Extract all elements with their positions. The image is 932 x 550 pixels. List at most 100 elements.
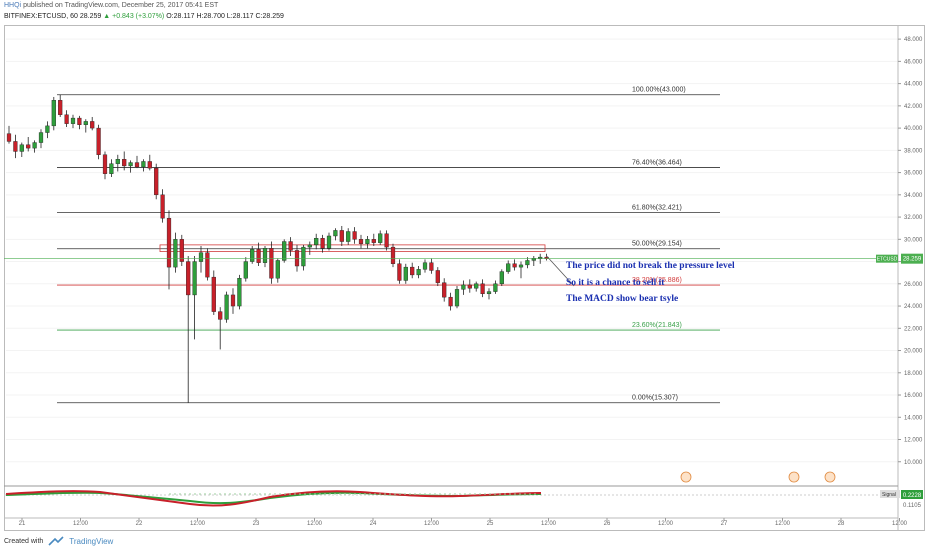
y-tick-label: 48.000: [904, 37, 923, 43]
candle-body: [314, 238, 319, 246]
resistance-zone: [159, 244, 546, 252]
macd-signal-tag-label: Signal: [882, 492, 896, 498]
candle-body: [467, 284, 472, 289]
candle-body: [384, 233, 389, 248]
y-tick-label: 22.000: [904, 326, 923, 332]
price-chart[interactable]: 100.00%(43.000) 76.40%(36.464) 61.80%(32.4…: [0, 0, 932, 550]
y-tick-label: 38.000: [904, 148, 923, 154]
macd-axis-label: 0.1105: [903, 503, 922, 509]
x-tick-label: 28: [838, 521, 845, 527]
fib-label: 0.00%(15.307): [632, 395, 678, 402]
candle-body: [58, 100, 63, 115]
candle-body: [211, 276, 216, 312]
annotation-text: The price did not break the pressure lev…: [566, 261, 735, 271]
y-tick-label: 18.000: [904, 371, 923, 377]
y-tick-label: 26.000: [904, 282, 923, 288]
candle-body: [109, 163, 114, 174]
candle-body: [186, 261, 191, 296]
y-tick-label: 40.000: [904, 126, 923, 132]
candle-body: [198, 252, 204, 262]
candle-body: [19, 144, 24, 152]
candle-body: [128, 162, 133, 167]
candle-body: [83, 121, 88, 125]
candle-body: [442, 282, 447, 298]
candle-body: [429, 262, 434, 271]
tradingview-logo-icon: [48, 536, 64, 546]
tradingview-brand[interactable]: TradingView: [69, 537, 113, 546]
candle-body: [38, 132, 44, 143]
candle-body: [346, 231, 351, 242]
candle-body: [397, 263, 402, 281]
candle-body: [102, 154, 108, 174]
candle-body: [154, 167, 159, 196]
y-tick-label: 10.000: [904, 460, 923, 466]
candle-body: [403, 266, 408, 281]
candle-body: [339, 230, 344, 242]
candle-body: [173, 239, 178, 268]
candle-body: [70, 117, 76, 124]
candle-body: [493, 283, 498, 292]
annotations: The price did not break the pressure lev…: [546, 255, 735, 304]
candle-body: [122, 159, 127, 167]
candle-body: [480, 283, 485, 295]
candle-body: [224, 294, 229, 320]
y-tick-label: 44.000: [904, 82, 923, 88]
y-tick-label: 16.000: [904, 393, 923, 399]
annotation-text: So it is a chance to sell it: [566, 278, 665, 288]
x-tick-label: 22: [136, 521, 143, 527]
x-tick-label: 21: [19, 521, 26, 527]
candle-body: [141, 161, 146, 168]
candle-body: [243, 261, 248, 279]
x-tick-label: 12:00: [541, 521, 557, 527]
candle-body: [218, 311, 223, 320]
candle-body: [134, 162, 140, 168]
candle-body: [499, 271, 504, 285]
x-tick-label: 27: [721, 521, 728, 527]
y-tick-label: 24.000: [904, 304, 923, 310]
candle-body: [461, 284, 466, 290]
candle-body: [96, 127, 101, 155]
x-tick-label: 12:00: [307, 521, 323, 527]
y-tick-label: 12.000: [904, 438, 923, 444]
candle-body: [179, 239, 184, 262]
annotation-text: The MACD show bear tsyle: [566, 294, 678, 304]
candle-body: [256, 249, 261, 263]
candle-body: [301, 246, 306, 267]
axes: 48.000 46.000 44.000 42.000 40.000 38.000 36.0…: [4, 26, 923, 531]
candle-body: [288, 241, 293, 251]
candle-body: [358, 239, 364, 244]
candle-body: [237, 278, 242, 307]
x-tick-label: 25: [487, 521, 494, 527]
candle-body: [307, 244, 312, 248]
y-tick-label: 20.000: [904, 349, 923, 355]
macd-line: [5, 491, 542, 505]
y-tick-label: 42.000: [904, 104, 923, 110]
candle-body: [378, 233, 383, 243]
candle-body: [262, 248, 268, 263]
fib-label: 76.40%(36.464): [632, 159, 682, 166]
candle-body: [320, 238, 325, 249]
x-tick-label: 12:00: [424, 521, 440, 527]
macd-value-label: 0.2228: [903, 493, 922, 499]
y-tick-label: 34.000: [904, 193, 923, 199]
fib-label: 23.60%(21.843): [632, 322, 682, 329]
x-tick-label: 12:00: [73, 521, 89, 527]
candle-body: [13, 141, 18, 152]
fib-label: 61.80%(32.421): [632, 204, 682, 211]
candle-body: [115, 159, 120, 164]
x-tick-label: 12:00: [658, 521, 674, 527]
candle-body: [51, 100, 56, 127]
y-tick-label: 46.000: [904, 59, 923, 65]
candle-body: [454, 289, 460, 307]
candle-body: [512, 263, 517, 268]
candle-body: [269, 248, 274, 279]
event-marker-icon: [680, 471, 692, 483]
candle-body: [538, 256, 543, 259]
y-tick-label: 30.000: [904, 237, 923, 243]
candle-body: [416, 269, 421, 276]
x-tick-label: 12:00: [190, 521, 206, 527]
candle-body: [474, 283, 479, 289]
x-tick-label: 26: [604, 521, 611, 527]
event-marker-icon: [824, 471, 836, 483]
candle-body: [506, 263, 511, 272]
